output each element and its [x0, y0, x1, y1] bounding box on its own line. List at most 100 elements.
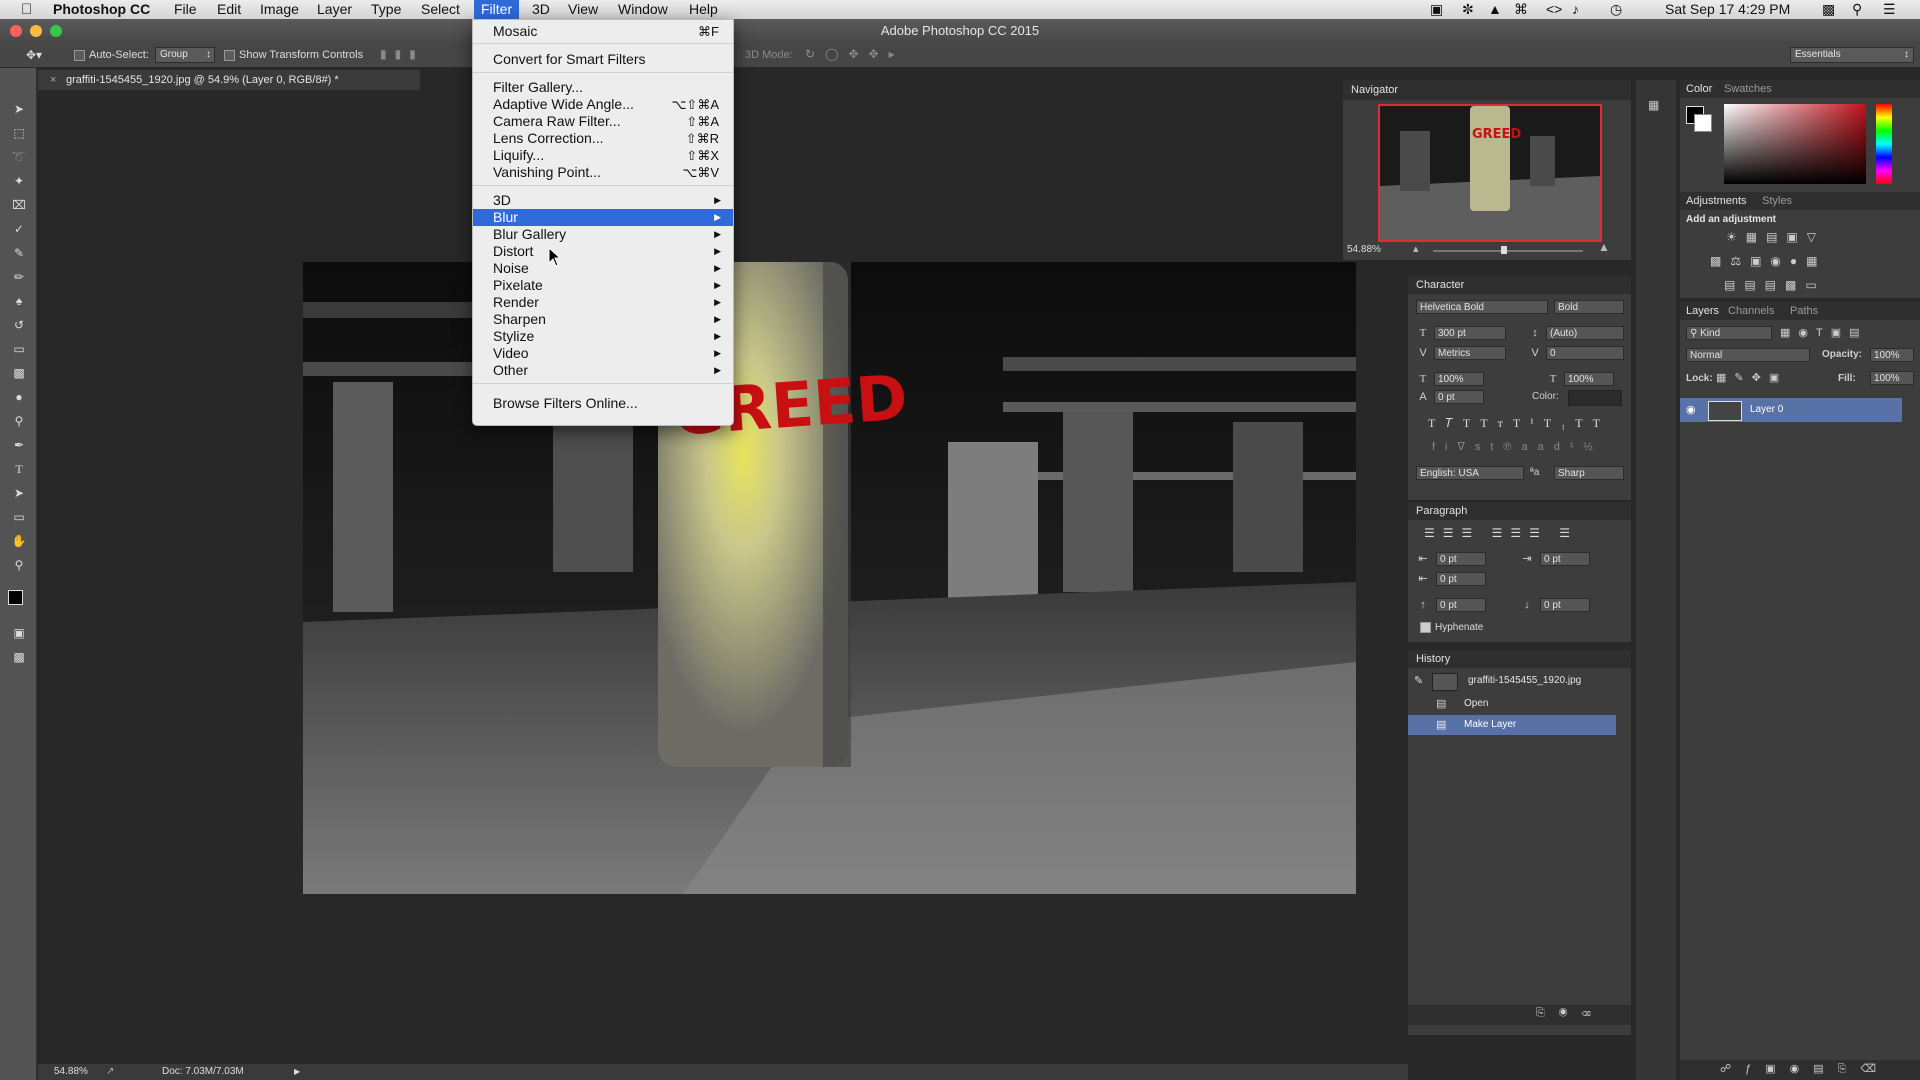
- display-icon[interactable]: ▩: [1822, 0, 1835, 19]
- menu-item-render[interactable]: Render ▶: [473, 294, 733, 311]
- menu-edit[interactable]: Edit: [210, 0, 248, 19]
- pen-tool-icon[interactable]: ✒: [10, 436, 28, 454]
- history-snapshot-row[interactable]: ✎ graffiti-1545455_1920.jpg: [1408, 670, 1616, 692]
- paths-tab[interactable]: Paths: [1790, 302, 1818, 320]
- volume-icon[interactable]: ♪: [1572, 0, 1579, 19]
- anti-alias-dropdown[interactable]: Sharp: [1554, 466, 1624, 480]
- menu-item-mosaic[interactable]: Mosaic ⌘F: [473, 23, 733, 40]
- text-style-buttons-icon[interactable]: T𝑇TTᴛT¹T₁TT: [1428, 416, 1610, 431]
- eyedropper-tool-icon[interactable]: ✓: [10, 220, 28, 238]
- zoom-out-icon[interactable]: ▴: [1413, 242, 1419, 255]
- zoom-tool-icon[interactable]: ⚲: [10, 556, 28, 574]
- menu-window[interactable]: Window: [611, 0, 675, 19]
- quick-mask-icon[interactable]: ▣: [10, 624, 28, 642]
- doc-size-info[interactable]: Doc: 7.03M/7.03M: [162, 1064, 244, 1080]
- navigator-title[interactable]: Navigator: [1351, 81, 1398, 99]
- adjustments-tab[interactable]: Adjustments: [1686, 192, 1747, 210]
- hand-tool-icon[interactable]: ✋: [10, 532, 28, 550]
- close-tab-icon[interactable]: ×: [50, 70, 56, 90]
- space-before-field[interactable]: 0 pt: [1436, 598, 1486, 612]
- menu-item-camera-raw[interactable]: Camera Raw Filter... ⇧⌘A: [473, 113, 733, 130]
- spotlight-search-icon[interactable]: ⚲: [1852, 0, 1862, 19]
- paragraph-title[interactable]: Paragraph: [1416, 502, 1467, 520]
- history-footer-buttons-icon[interactable]: ⎘◉⌫: [1536, 1007, 1604, 1020]
- menu-type[interactable]: Type: [364, 0, 408, 19]
- menu-item-browse-filters-online[interactable]: Browse Filters Online...: [473, 395, 733, 412]
- dodge-tool-icon[interactable]: ⚲: [10, 412, 28, 430]
- font-family-dropdown[interactable]: Helvetica Bold: [1416, 300, 1548, 314]
- navigator-zoom-value[interactable]: 54.88%: [1347, 244, 1381, 255]
- history-title[interactable]: History: [1416, 650, 1450, 668]
- history-brush-source-icon[interactable]: ✎: [1414, 674, 1423, 687]
- type-tool-icon[interactable]: T: [10, 460, 28, 478]
- auto-select-dropdown[interactable]: Group ↕: [155, 47, 215, 63]
- adjustment-row-1-icon[interactable]: ☀▦▤▣▽: [1726, 230, 1825, 244]
- status-menu-arrow-icon[interactable]: ▶: [294, 1064, 300, 1080]
- menubar-clock[interactable]: Sat Sep 17 4:29 PM: [1665, 0, 1790, 19]
- lock-buttons-icon[interactable]: ▦✎✥▣: [1716, 371, 1787, 384]
- workspace-dropdown[interactable]: Essentials ↕: [1790, 47, 1914, 63]
- menu-view[interactable]: View: [561, 0, 605, 19]
- move-tool-preset-icon[interactable]: ✥▾: [26, 48, 42, 62]
- marquee-tool-icon[interactable]: ⬚: [10, 124, 28, 142]
- tracking-field[interactable]: 0: [1546, 346, 1624, 360]
- horizontal-scale-field[interactable]: 100%: [1564, 372, 1614, 386]
- font-size-field[interactable]: 300 pt: [1434, 326, 1506, 340]
- crop-tool-icon[interactable]: ⌧: [10, 196, 28, 214]
- magic-wand-tool-icon[interactable]: ✦: [10, 172, 28, 190]
- language-dropdown[interactable]: English: USA: [1416, 466, 1524, 480]
- menu-layer[interactable]: Layer: [310, 0, 359, 19]
- 3d-mode-tools-icon[interactable]: ↻◯✥✥▸: [805, 47, 905, 61]
- notification-center-icon[interactable]: ☰: [1883, 0, 1896, 19]
- menu-item-pixelate[interactable]: Pixelate ▶: [473, 277, 733, 294]
- clone-stamp-tool-icon[interactable]: ♠: [10, 292, 28, 310]
- history-brush-tool-icon[interactable]: ↺: [10, 316, 28, 334]
- menu-item-liquify[interactable]: Liquify... ⇧⌘X: [473, 147, 733, 164]
- share-icon[interactable]: ↗: [106, 1064, 114, 1080]
- color-field[interactable]: [1724, 104, 1866, 184]
- indent-right-field[interactable]: 0 pt: [1540, 552, 1590, 566]
- leading-field[interactable]: (Auto): [1546, 326, 1624, 340]
- character-title[interactable]: Character: [1416, 276, 1464, 294]
- space-after-field[interactable]: 0 pt: [1540, 598, 1590, 612]
- menu-select[interactable]: Select: [414, 0, 467, 19]
- menu-item-video[interactable]: Video ▶: [473, 345, 733, 362]
- blend-mode-dropdown[interactable]: Normal: [1686, 348, 1810, 362]
- drive-status-icon[interactable]: ▲: [1488, 0, 1502, 19]
- layers-footer-buttons-icon[interactable]: ☍ƒ▣◉▤⎘⌫: [1720, 1062, 1890, 1076]
- menu-item-vanishing-point[interactable]: Vanishing Point... ⌥⌘V: [473, 164, 733, 181]
- bg-color-swatch[interactable]: [1694, 114, 1712, 132]
- layers-tab[interactable]: Layers: [1686, 302, 1719, 320]
- layer-filter-dropdown[interactable]: ⚲ Kind: [1686, 326, 1772, 340]
- channels-tab[interactable]: Channels: [1728, 302, 1774, 320]
- healing-brush-tool-icon[interactable]: ✎: [10, 244, 28, 262]
- menu-item-distort[interactable]: Distort ▶: [473, 243, 733, 260]
- zoom-window-button[interactable]: [50, 25, 62, 37]
- show-transform-checkbox[interactable]: Show Transform Controls: [224, 49, 363, 61]
- wifi-status-icon[interactable]: ⌘: [1514, 0, 1528, 19]
- history-item-selected[interactable]: ▤ Make Layer: [1408, 715, 1616, 735]
- minimize-window-button[interactable]: [30, 25, 42, 37]
- opentype-buttons-icon[interactable]: fi∇st℗aad¹½: [1432, 440, 1603, 453]
- path-selection-tool-icon[interactable]: ➤: [10, 484, 28, 502]
- navigator-zoom-slider[interactable]: [1433, 250, 1583, 252]
- gradient-tool-icon[interactable]: ▩: [10, 364, 28, 382]
- adjustment-row-2-icon[interactable]: ▩⚖▣◉●▦: [1710, 254, 1827, 268]
- menu-item-3d[interactable]: 3D ▶: [473, 192, 733, 209]
- auto-select-checkbox[interactable]: Auto-Select:: [74, 49, 149, 61]
- visibility-eye-icon[interactable]: ◉: [1686, 403, 1696, 416]
- alignment-buttons-icon[interactable]: ☰☰☰ ☰☰☰ ☰: [1424, 526, 1578, 540]
- navigator-zoom-thumb[interactable]: [1501, 246, 1507, 254]
- foreground-color-swatch[interactable]: [8, 590, 23, 605]
- rectangle-tool-icon[interactable]: ▭: [10, 508, 28, 526]
- apple-menu-icon[interactable]: : [14, 0, 39, 19]
- menu-3d[interactable]: 3D: [525, 0, 557, 19]
- kerning-field[interactable]: Metrics: [1434, 346, 1506, 360]
- font-style-dropdown[interactable]: Bold: [1554, 300, 1624, 314]
- history-item[interactable]: ▤ Open: [1408, 694, 1616, 714]
- styles-tab[interactable]: Styles: [1762, 192, 1792, 210]
- menu-filter[interactable]: Filter: [474, 0, 520, 19]
- indent-first-line-field[interactable]: 0 pt: [1436, 572, 1486, 586]
- brush-tool-icon[interactable]: ✏: [10, 268, 28, 286]
- code-status-icon[interactable]: <>: [1546, 0, 1562, 19]
